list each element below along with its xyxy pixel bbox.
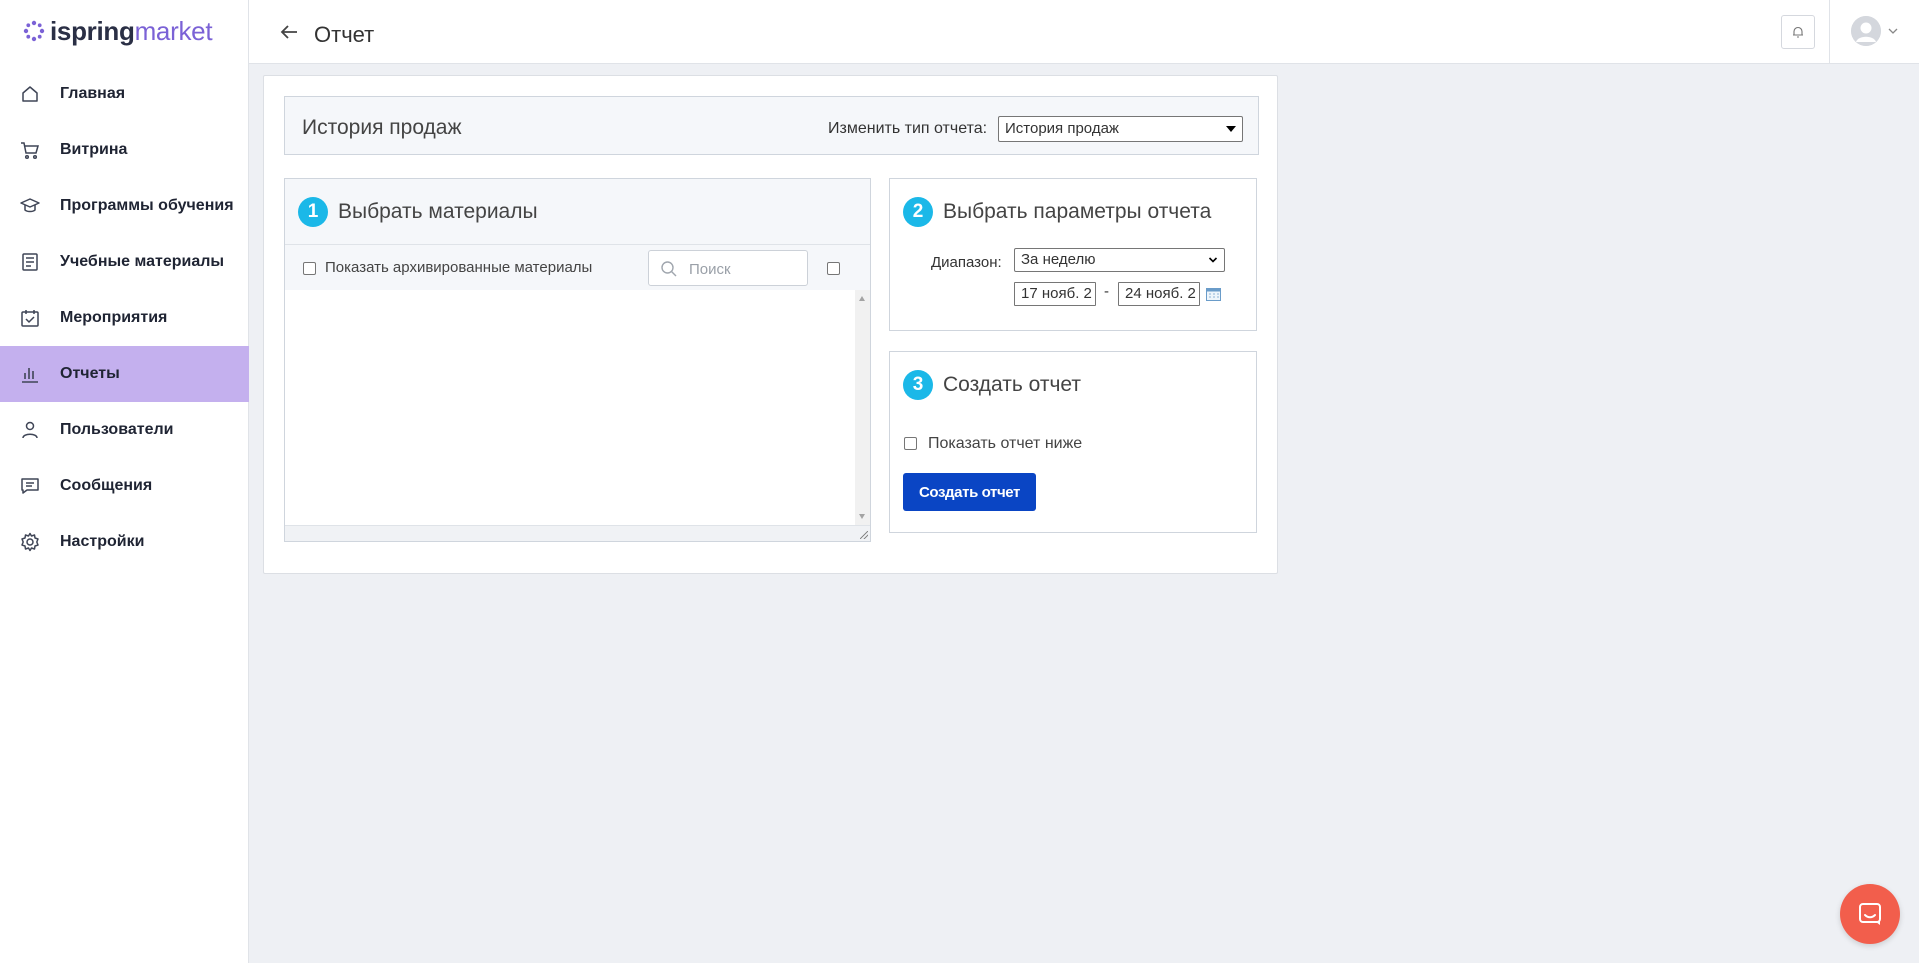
- avatar: [1851, 16, 1881, 46]
- message-icon: [20, 476, 40, 496]
- sidebar-item-label: Учебные материалы: [60, 253, 225, 270]
- step1-panel: 1 Выбрать материалы Показать архивирован…: [284, 178, 871, 542]
- list-resize-bar: [285, 525, 870, 541]
- sidebar-item-messages[interactable]: Сообщения: [0, 458, 249, 514]
- sidebar-item-label: Настройки: [60, 533, 145, 550]
- step2-panel: 2 Выбрать параметры отчета Диапазон: За …: [889, 178, 1257, 331]
- avatar-placeholder-icon: [1851, 16, 1881, 46]
- report-header: История продаж Изменить тип отчета: Исто…: [284, 96, 1259, 155]
- user-menu[interactable]: [1851, 16, 1899, 46]
- range-label: Диапазон:: [931, 254, 1002, 271]
- show-report-below-checkbox[interactable]: [904, 437, 917, 450]
- sidebar-item-events[interactable]: Мероприятия: [0, 290, 249, 346]
- sidebar-item-programs[interactable]: Программы обучения: [0, 178, 249, 234]
- materials-list[interactable]: [285, 290, 855, 525]
- report-type-value: История продаж: [1005, 120, 1119, 137]
- range-value: За неделю: [1021, 251, 1096, 268]
- scroll-down-arrow-icon[interactable]: [859, 514, 865, 519]
- back-button[interactable]: [277, 20, 301, 44]
- bell-icon: [1793, 26, 1803, 38]
- sidebar-item-users[interactable]: Пользователи: [0, 402, 249, 458]
- show-archived-label: Показать архивированные материалы: [325, 259, 593, 276]
- sidebar-item-reports[interactable]: Отчеты: [0, 346, 249, 402]
- brand-logo[interactable]: ispringmarket: [22, 15, 213, 47]
- report-type-select[interactable]: История продаж: [998, 116, 1243, 142]
- step-number-badge: 1: [298, 196, 328, 227]
- calendar-check-icon: [20, 308, 40, 328]
- home-icon: [20, 84, 40, 104]
- calendar-icon[interactable]: [1206, 287, 1221, 301]
- step3-header: 3 Создать отчет: [890, 352, 1256, 418]
- sidebar-item-label: Пользователи: [60, 421, 174, 438]
- step2-title: Выбрать параметры отчета: [943, 200, 1212, 223]
- show-archived-checkbox[interactable]: [303, 262, 316, 275]
- step3-title: Создать отчет: [943, 373, 1082, 396]
- ispring-logo-icon: [23, 20, 45, 42]
- sidebar-item-label: Сообщения: [60, 477, 153, 494]
- sidebar-item-label: Главная: [60, 85, 126, 102]
- chevron-down-icon: [1888, 28, 1898, 34]
- notifications-button[interactable]: [1781, 15, 1815, 49]
- document-icon: [20, 252, 40, 272]
- materials-scrollbar[interactable]: [855, 290, 870, 525]
- chat-icon: [1859, 903, 1881, 925]
- sidebar-item-materials[interactable]: Учебные материалы: [0, 234, 249, 290]
- page-title: Отчет: [314, 22, 375, 47]
- report-card: История продаж Изменить тип отчета: Исто…: [263, 75, 1278, 574]
- date-separator: -: [1104, 283, 1109, 300]
- sidebar: ispringmarket Главная Витрина Программы …: [0, 0, 249, 963]
- arrow-left-icon: [280, 25, 297, 39]
- create-report-button[interactable]: Создать отчет: [903, 473, 1036, 511]
- search-input[interactable]: [689, 259, 799, 279]
- gear-icon: [20, 532, 40, 552]
- step-number-badge: 3: [903, 370, 933, 400]
- brand-name-part1: ispring: [50, 15, 135, 46]
- cart-icon: [20, 140, 40, 160]
- sidebar-item-showcase[interactable]: Витрина: [0, 122, 249, 178]
- range-select[interactable]: За неделю: [1014, 248, 1225, 272]
- sidebar-item-label: Мероприятия: [60, 309, 168, 326]
- sidebar-item-label: Программы обучения: [60, 197, 234, 214]
- search-box[interactable]: [648, 250, 808, 286]
- sidebar-item-settings[interactable]: Настройки: [0, 514, 249, 570]
- date-to-input[interactable]: 24 нояб. 2: [1118, 282, 1200, 306]
- brand-name: ispringmarket: [50, 15, 213, 47]
- step-number-badge: 2: [903, 197, 933, 227]
- step1-title: Выбрать материалы: [338, 199, 538, 223]
- top-header: Отчет: [249, 0, 1919, 64]
- bar-chart-icon: [20, 364, 40, 384]
- header-divider: [1829, 0, 1830, 64]
- show-report-below-label: Показать отчет ниже: [928, 435, 1083, 452]
- step1-header: 1 Выбрать материалы: [285, 179, 870, 245]
- materials-filter-row: Показать архивированные материалы: [285, 246, 870, 290]
- chat-button[interactable]: [1840, 884, 1900, 944]
- brand-name-part2: market: [134, 15, 213, 46]
- sidebar-item-home[interactable]: Главная: [0, 66, 249, 122]
- step2-header: 2 Выбрать параметры отчета: [890, 179, 1256, 245]
- user-icon: [20, 420, 40, 440]
- date-from-input[interactable]: 17 нояб. 2: [1014, 282, 1096, 306]
- sidebar-nav: Главная Витрина Программы обучения Учебн…: [0, 66, 249, 570]
- sidebar-item-label: Отчеты: [60, 365, 120, 382]
- chevron-down-icon: [1208, 257, 1218, 263]
- select-all-checkbox[interactable]: [827, 262, 840, 275]
- step3-panel: 3 Создать отчет Показать отчет ниже Созд…: [889, 351, 1257, 533]
- resize-handle-icon[interactable]: [860, 531, 868, 539]
- search-icon: [661, 261, 677, 277]
- report-title: История продаж: [302, 116, 462, 139]
- change-type-label: Изменить тип отчета:: [828, 120, 988, 137]
- sidebar-item-label: Витрина: [60, 141, 128, 158]
- dropdown-caret-icon: [1226, 126, 1236, 132]
- graduation-cap-icon: [20, 196, 40, 216]
- scroll-up-arrow-icon[interactable]: [859, 296, 865, 301]
